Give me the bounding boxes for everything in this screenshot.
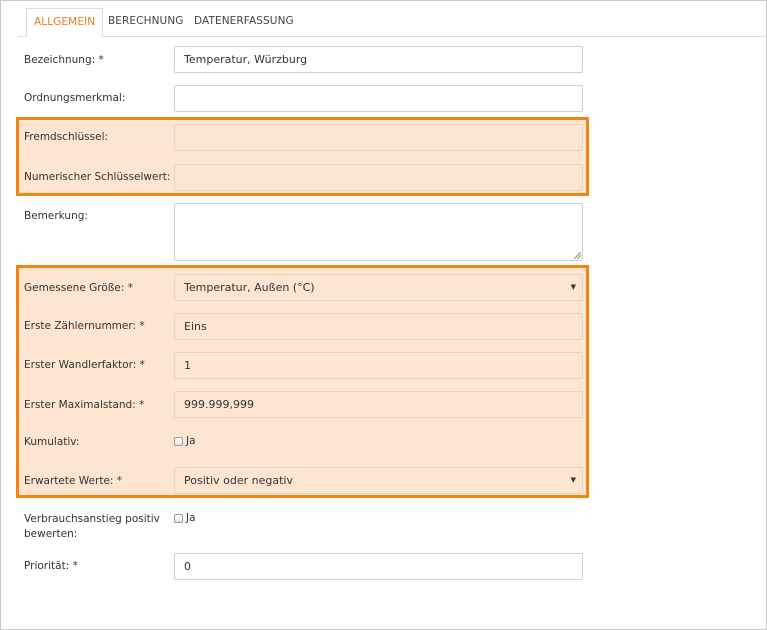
- tab-allgemein[interactable]: ALLGEMEIN: [26, 8, 104, 37]
- ordnungsmerkmal-label: Ordnungsmerkmal:: [24, 92, 126, 104]
- gemessene-groesse-select[interactable]: Temperatur, Außen (°C) ▼: [174, 274, 583, 301]
- gemessene-groesse-value: Temperatur, Außen (°C): [184, 281, 315, 294]
- erste-zaehlernummer-input[interactable]: [174, 313, 583, 340]
- tab-berechnung[interactable]: BERECHNUNG: [101, 8, 191, 35]
- ordnungsmerkmal-input[interactable]: [174, 85, 583, 112]
- bezeichnung-input[interactable]: [174, 46, 583, 73]
- gemessene-groesse-label: Gemessene Größe: *: [24, 282, 133, 294]
- tab-bar: ALLGEMEIN BERECHNUNG DATENERFASSUNG: [18, 8, 767, 37]
- bemerkung-textarea[interactable]: [174, 203, 583, 261]
- prioritaet-label: Priorität: *: [24, 560, 78, 572]
- bemerkung-label: Bemerkung:: [24, 210, 88, 222]
- fremdschluessel-input[interactable]: [174, 124, 583, 151]
- kumulativ-checkbox-label: Ja: [186, 435, 196, 447]
- numerischer-schluesselwert-input[interactable]: [174, 164, 583, 191]
- verbrauchsanstieg-label-line2: bewerten:: [24, 528, 78, 540]
- erste-zaehlernummer-label: Erste Zählernummer: *: [24, 320, 145, 332]
- erster-wandlerfaktor-input[interactable]: [174, 352, 583, 379]
- kumulativ-label: Kumulativ:: [24, 436, 80, 448]
- verbrauchsanstieg-label: Verbrauchsanstieg positiv: [24, 513, 160, 525]
- verbrauchsanstieg-checkbox-label: Ja: [186, 512, 196, 524]
- kumulativ-checkbox[interactable]: [174, 437, 183, 446]
- chevron-down-icon: ▼: [570, 476, 576, 484]
- erwartete-werte-value: Positiv oder negativ: [184, 474, 293, 487]
- resize-handle-icon[interactable]: [574, 252, 581, 259]
- bezeichnung-label: Bezeichnung: *: [24, 54, 104, 66]
- erwartete-werte-select[interactable]: Positiv oder negativ ▼: [174, 467, 583, 494]
- erster-wandlerfaktor-label: Erster Wandlerfaktor: *: [24, 359, 145, 371]
- numerischer-schluesselwert-label: Numerischer Schlüsselwert:: [24, 171, 171, 183]
- erwartete-werte-label: Erwartete Werte: *: [24, 475, 123, 487]
- fremdschluessel-label: Fremdschlüssel:: [24, 131, 109, 143]
- erster-maximalstand-input[interactable]: [174, 391, 583, 418]
- prioritaet-input[interactable]: [174, 553, 583, 580]
- verbrauchsanstieg-checkbox[interactable]: [174, 514, 183, 523]
- erster-maximalstand-label: Erster Maximalstand: *: [24, 399, 145, 411]
- tab-datenerfassung[interactable]: DATENERFASSUNG: [187, 8, 301, 35]
- chevron-down-icon: ▼: [570, 283, 576, 291]
